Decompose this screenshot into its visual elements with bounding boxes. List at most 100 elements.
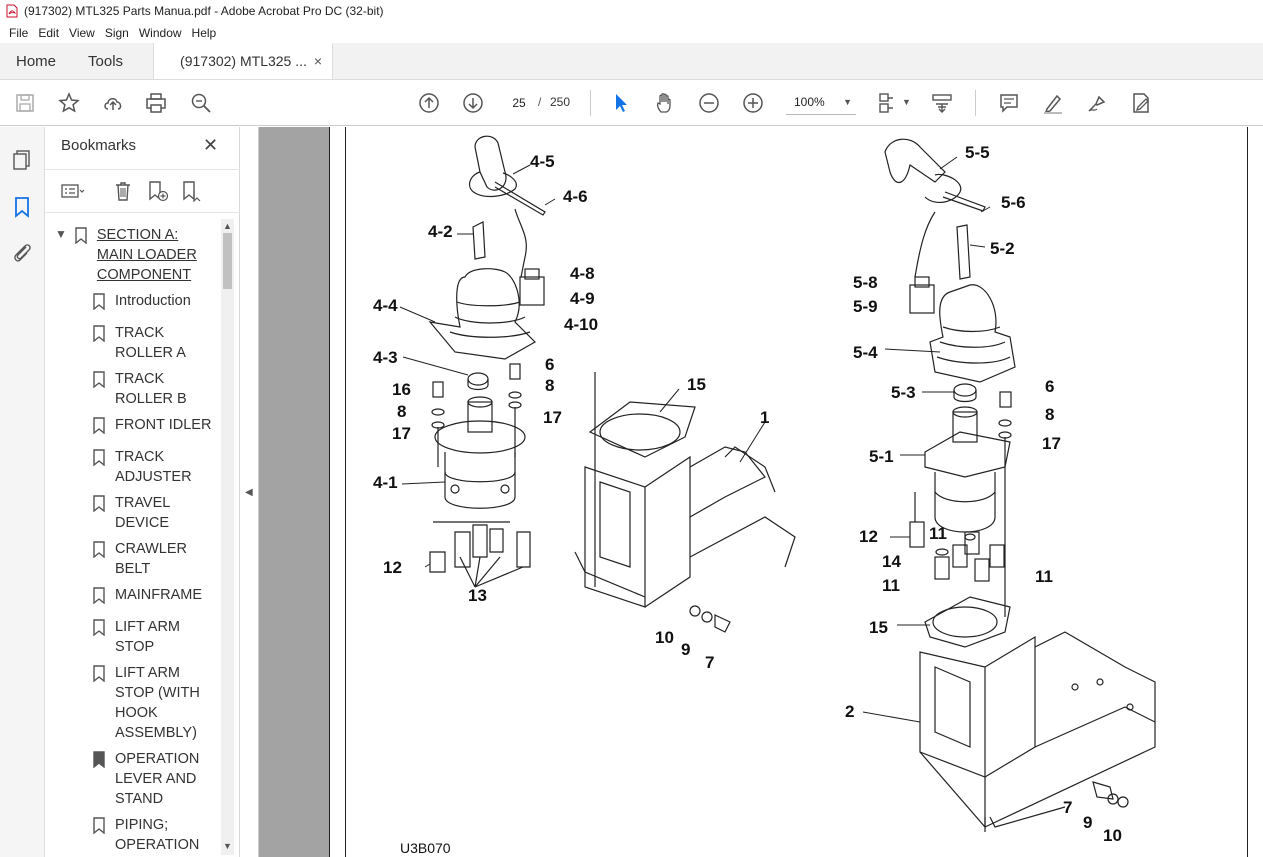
bookmark-lift-arm-stop-hook[interactable]: LIFT ARM STOP (WITH HOOK ASSEMBLY) bbox=[93, 663, 223, 743]
save-icon[interactable] bbox=[13, 91, 37, 115]
page-number-input[interactable]: 25 bbox=[504, 90, 534, 114]
menu-help[interactable]: Help bbox=[187, 26, 222, 40]
part-label: 8 bbox=[397, 402, 406, 421]
bookmarks-scrollbar[interactable]: ▲ ▼ bbox=[221, 219, 234, 855]
part-label: 14 bbox=[882, 552, 901, 571]
highlight-pen-icon[interactable] bbox=[1041, 91, 1065, 115]
bookmark-label: HOOK bbox=[115, 705, 158, 721]
part-label: 12 bbox=[859, 527, 878, 546]
chevron-down-icon[interactable]: ▼ bbox=[902, 97, 911, 107]
part-label: 15 bbox=[687, 375, 706, 394]
window-title: (917302) MTL325 Parts Manua.pdf - Adobe … bbox=[24, 4, 384, 18]
close-icon[interactable]: ✕ bbox=[203, 135, 218, 156]
menu-window[interactable]: Window bbox=[134, 26, 187, 40]
previous-page-icon[interactable] bbox=[417, 91, 441, 115]
cloud-upload-icon[interactable] bbox=[101, 91, 125, 115]
toolbar-divider bbox=[975, 90, 976, 116]
zoom-search-icon[interactable] bbox=[189, 91, 213, 115]
part-label: 11 bbox=[929, 524, 947, 543]
bookmark-mainframe[interactable]: MAINFRAME bbox=[93, 585, 223, 605]
part-label: 17 bbox=[392, 424, 411, 443]
zoom-in-icon[interactable] bbox=[741, 91, 765, 115]
delete-bookmark-icon[interactable] bbox=[111, 180, 135, 202]
exploded-parts-diagram: 4-5 4-6 4-2 4-8 4-9 4-10 4-4 4-3 6 16 8 … bbox=[373, 135, 1156, 856]
bookmark-piping-operation[interactable]: PIPING; OPERATION bbox=[93, 815, 223, 855]
right-joystick-assembly bbox=[884, 138, 1156, 832]
comment-icon[interactable] bbox=[997, 91, 1021, 115]
tab-tools[interactable]: Tools bbox=[72, 43, 139, 79]
bookmark-icon bbox=[93, 817, 105, 834]
scroll-up-arrow-icon[interactable]: ▲ bbox=[223, 221, 232, 231]
part-label: 5-8 bbox=[853, 273, 878, 292]
bookmark-crawler-belt[interactable]: CRAWLER BELT bbox=[93, 539, 223, 579]
print-icon[interactable] bbox=[144, 91, 168, 115]
bookmark-track-adjuster[interactable]: TRACK ADJUSTER bbox=[93, 447, 223, 487]
tab-document[interactable]: (917302) MTL325 ... × bbox=[153, 43, 334, 79]
bookmark-options-icon[interactable] bbox=[61, 180, 85, 202]
part-label: 5-3 bbox=[891, 383, 916, 402]
bookmarks-toolbar bbox=[45, 169, 240, 213]
bookmark-introduction[interactable]: Introduction bbox=[93, 291, 223, 311]
menu-view[interactable]: View bbox=[64, 26, 100, 40]
collapse-panel-arrow-icon[interactable]: ◀ bbox=[245, 487, 253, 498]
bookmark-operation-lever[interactable]: OPERATION LEVER AND STAND bbox=[93, 749, 223, 809]
scrolling-mode-icon[interactable] bbox=[930, 91, 954, 115]
bookmark-track-roller-a[interactable]: TRACK ROLLER A bbox=[93, 323, 223, 363]
attachments-paperclip-icon[interactable] bbox=[10, 240, 34, 264]
bookmark-track-roller-b[interactable]: TRACK ROLLER B bbox=[93, 369, 223, 409]
chevron-down-icon[interactable]: ▼ bbox=[55, 227, 67, 285]
scroll-down-arrow-icon[interactable]: ▼ bbox=[223, 841, 232, 851]
bookmark-icon bbox=[93, 541, 105, 558]
part-label: 5-9 bbox=[853, 297, 878, 316]
bookmark-from-selection-icon[interactable] bbox=[179, 180, 203, 202]
page-layout-icon[interactable] bbox=[876, 91, 900, 115]
panel-splitter[interactable]: ◀ bbox=[240, 127, 259, 857]
tab-close-icon[interactable]: × bbox=[314, 53, 322, 69]
bookmark-icon bbox=[93, 417, 105, 434]
bookmark-icon bbox=[93, 587, 105, 604]
part-label: 4-9 bbox=[570, 289, 595, 308]
menu-sign[interactable]: Sign bbox=[100, 26, 134, 40]
scrollbar-thumb[interactable] bbox=[223, 233, 232, 289]
part-label: 17 bbox=[543, 408, 562, 427]
select-cursor-icon[interactable] bbox=[609, 91, 633, 115]
diagram-labels: 4-5 4-6 4-2 4-8 4-9 4-10 4-4 4-3 6 16 8 … bbox=[373, 143, 1122, 856]
bookmark-label: ASSEMBLY) bbox=[115, 725, 197, 741]
next-page-icon[interactable] bbox=[461, 91, 485, 115]
tab-home[interactable]: Home bbox=[0, 43, 72, 79]
bookmark-panel-icon[interactable] bbox=[10, 195, 34, 219]
page-separator: / bbox=[538, 95, 542, 109]
zoom-level-select[interactable]: 100% ▼ bbox=[786, 90, 856, 115]
bookmark-label: MAINFRAME bbox=[115, 587, 202, 603]
hand-tool-icon[interactable] bbox=[653, 91, 677, 115]
bookmark-lift-arm-stop[interactable]: LIFT ARM STOP bbox=[93, 617, 223, 657]
left-navigation-rail bbox=[0, 127, 45, 857]
part-label: 4-3 bbox=[373, 348, 398, 367]
part-label: 4-10 bbox=[564, 315, 598, 334]
part-label: 5-1 bbox=[869, 447, 894, 466]
bookmarks-panel-title: Bookmarks bbox=[61, 137, 137, 154]
page-thumbnails-icon[interactable] bbox=[10, 148, 34, 172]
menu-edit[interactable]: Edit bbox=[33, 26, 64, 40]
bookmark-label: TRAVEL bbox=[115, 495, 171, 511]
bookmark-section-a[interactable]: ▼ SECTION A: MAIN LOADER COMPONENT bbox=[55, 225, 223, 285]
part-label: 7 bbox=[705, 653, 714, 672]
bookmark-label: ADJUSTER bbox=[115, 469, 192, 485]
bookmark-front-idler[interactable]: FRONT IDLER bbox=[93, 415, 223, 435]
new-bookmark-icon[interactable] bbox=[145, 180, 169, 202]
part-label: 4-2 bbox=[428, 222, 453, 241]
bookmark-label: LIFT ARM bbox=[115, 665, 180, 681]
part-label: 16 bbox=[392, 380, 411, 399]
menu-file[interactable]: File bbox=[4, 26, 33, 40]
part-label: 15 bbox=[869, 618, 888, 637]
fill-sign-icon[interactable] bbox=[1129, 91, 1153, 115]
bookmark-travel-device[interactable]: TRAVEL DEVICE bbox=[93, 493, 223, 533]
bookmark-label: FRONT IDLER bbox=[115, 417, 212, 433]
star-icon[interactable] bbox=[57, 91, 81, 115]
draw-sign-icon[interactable] bbox=[1085, 91, 1109, 115]
zoom-out-icon[interactable] bbox=[697, 91, 721, 115]
tab-bar: Home Tools (917302) MTL325 ... × bbox=[0, 43, 1263, 80]
figure-code: U3B070 bbox=[400, 840, 451, 856]
title-bar: (917302) MTL325 Parts Manua.pdf - Adobe … bbox=[0, 0, 1263, 22]
part-label: 13 bbox=[468, 586, 487, 605]
